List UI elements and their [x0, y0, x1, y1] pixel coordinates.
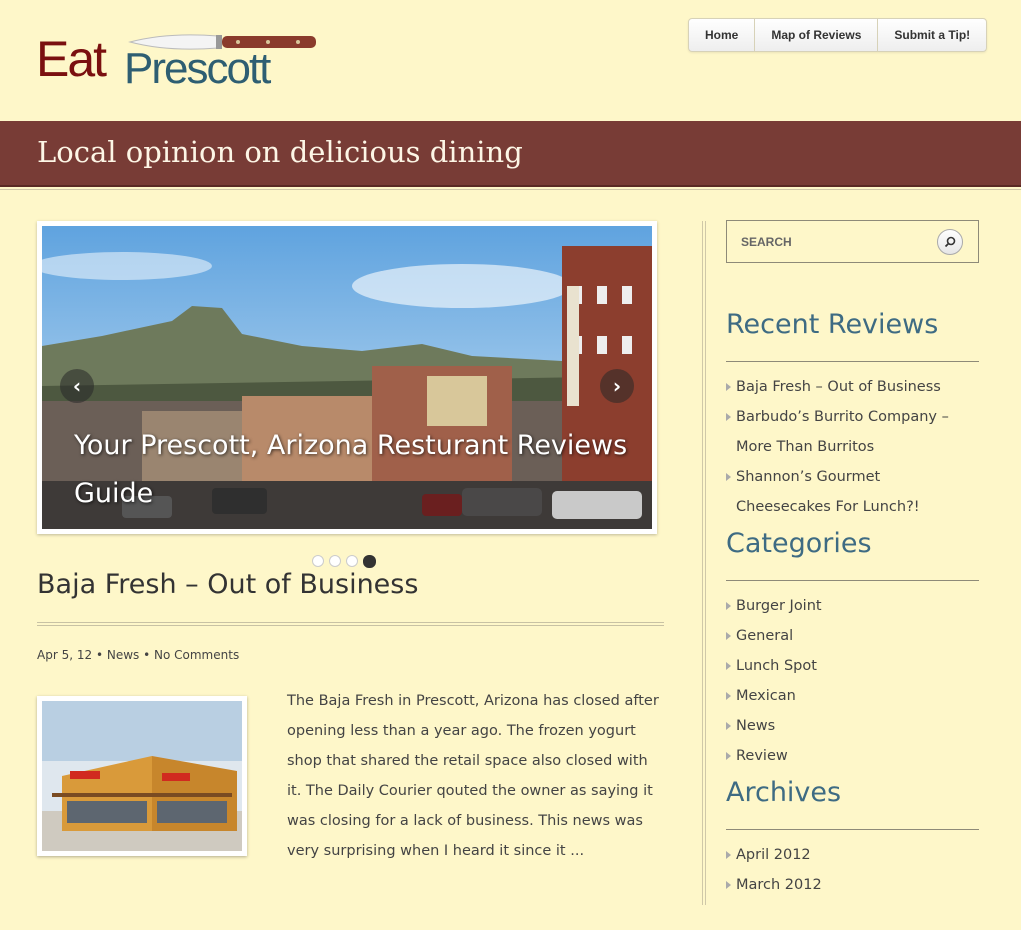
- category-link-mexican[interactable]: Mexican: [736, 688, 796, 704]
- list-item: Barbudo’s Burrito Company – More Than Bu…: [726, 402, 979, 462]
- list-item: Baja Fresh – Out of Business: [726, 372, 979, 402]
- list-item: March 2012: [726, 870, 979, 900]
- top-navigation: Home Map of Reviews Submit a Tip!: [688, 18, 988, 52]
- slider-dot-2[interactable]: [329, 555, 341, 567]
- post-title[interactable]: Baja Fresh – Out of Business: [37, 569, 418, 600]
- archive-link-march-2012[interactable]: March 2012: [736, 877, 822, 893]
- post-comments-link[interactable]: No Comments: [154, 648, 239, 662]
- logo-eat-text: Eat: [36, 31, 107, 87]
- list-item: News: [726, 711, 979, 741]
- sidebar-divider: [702, 221, 706, 905]
- list-item: Mexican: [726, 681, 979, 711]
- search-input[interactable]: [741, 233, 931, 251]
- category-link-burger-joint[interactable]: Burger Joint: [736, 598, 822, 614]
- category-link-review[interactable]: Review: [736, 748, 788, 764]
- restaurant-photo: [42, 701, 242, 851]
- category-link-lunch-spot[interactable]: Lunch Spot: [736, 658, 817, 674]
- tagline-bar: Local opinion on delicious dining: [0, 121, 1021, 187]
- logo-prescott-text: Prescott: [124, 44, 271, 93]
- list-item: General: [726, 621, 979, 651]
- slider-next-button[interactable]: ›: [600, 369, 634, 403]
- post-thumbnail[interactable]: [37, 696, 247, 856]
- list-item: April 2012: [726, 840, 979, 870]
- slider-prev-button[interactable]: ‹: [60, 369, 94, 403]
- post-excerpt: The Baja Fresh in Prescott, Arizona has …: [287, 693, 659, 859]
- recent-review-link[interactable]: Barbudo’s Burrito Company – More Than Bu…: [736, 409, 949, 455]
- slider-dot-4-active[interactable]: [363, 555, 376, 568]
- categories-title: Categories: [726, 528, 872, 559]
- post-date: Apr 5, 12: [37, 648, 93, 662]
- nav-submit-tip[interactable]: Submit a Tip!: [878, 19, 986, 51]
- widget-divider: [726, 580, 979, 581]
- list-item: Burger Joint: [726, 591, 979, 621]
- archive-link-april-2012[interactable]: April 2012: [736, 847, 811, 863]
- chevron-left-icon: ‹: [72, 374, 82, 398]
- recent-reviews-title: Recent Reviews: [726, 309, 939, 340]
- list-item: Review: [726, 741, 979, 771]
- meta-separator: •: [143, 648, 155, 662]
- archives-list: April 2012 March 2012: [726, 840, 979, 900]
- chevron-right-icon: ›: [612, 374, 622, 398]
- nav-map-of-reviews[interactable]: Map of Reviews: [755, 19, 879, 51]
- widget-divider: [726, 829, 979, 830]
- slider-dot-3[interactable]: [346, 555, 358, 567]
- slider-dot-1[interactable]: [312, 555, 324, 567]
- slider-pagination: [312, 555, 376, 568]
- meta-separator: •: [95, 648, 107, 662]
- list-item: Lunch Spot: [726, 651, 979, 681]
- categories-list: Burger Joint General Lunch Spot Mexican …: [726, 591, 979, 771]
- archives-title: Archives: [726, 777, 842, 808]
- slide-image[interactable]: ‹ › Your Prescott, Arizona Resturant Rev…: [42, 226, 652, 529]
- recent-reviews-list: Baja Fresh – Out of Business Barbudo’s B…: [726, 372, 979, 522]
- site-logo[interactable]: Eat Prescott: [36, 30, 316, 102]
- widget-divider: [726, 361, 979, 362]
- slide-caption[interactable]: Your Prescott, Arizona Resturant Reviews…: [74, 422, 634, 518]
- post-divider: [37, 622, 664, 626]
- list-item: Shannon’s Gourmet Cheesecakes For Lunch?…: [726, 462, 979, 522]
- search-button[interactable]: [937, 229, 963, 255]
- post-meta: Apr 5, 12 • News • No Comments: [37, 648, 239, 662]
- site-tagline: Local opinion on delicious dining: [37, 135, 523, 169]
- search-icon: [944, 236, 956, 248]
- search-box: [726, 220, 979, 263]
- recent-review-link[interactable]: Baja Fresh – Out of Business: [736, 379, 941, 395]
- post-category-link[interactable]: News: [107, 648, 139, 662]
- category-link-news[interactable]: News: [736, 718, 775, 734]
- recent-review-link[interactable]: Shannon’s Gourmet Cheesecakes For Lunch?…: [736, 469, 920, 515]
- nav-home[interactable]: Home: [689, 19, 756, 51]
- featured-slider: ‹ › Your Prescott, Arizona Resturant Rev…: [37, 221, 657, 534]
- category-link-general[interactable]: General: [736, 628, 793, 644]
- divider: [0, 189, 1021, 190]
